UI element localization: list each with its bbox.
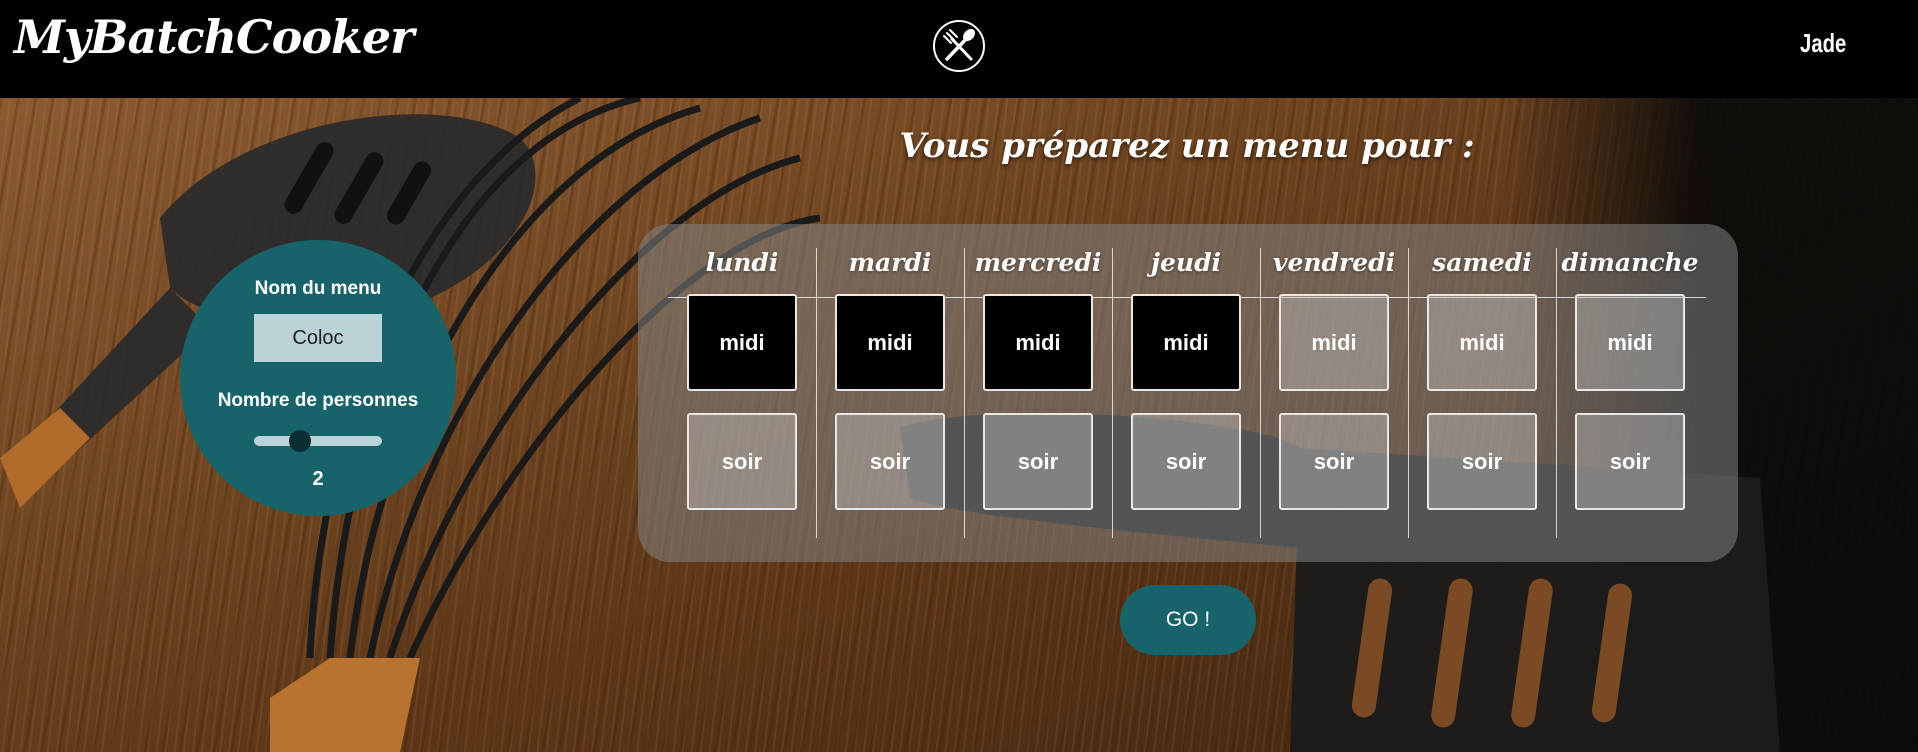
day-name: samedi <box>1432 248 1532 277</box>
slot-vendredi-midi[interactable]: midi <box>1279 294 1389 391</box>
brand-logo[interactable]: MyBatchCooker <box>14 10 414 64</box>
slot-vendredi-soir[interactable]: soir <box>1279 413 1389 510</box>
slot-mercredi-soir[interactable]: soir <box>983 413 1093 510</box>
people-count-label: Nombre de personnes <box>217 390 419 411</box>
slot-samedi-soir[interactable]: soir <box>1427 413 1537 510</box>
week-planner: lundi mardi mercredi jeudi vendredi same… <box>638 224 1738 562</box>
slot-dimanche-soir[interactable]: soir <box>1575 413 1685 510</box>
menu-name-input[interactable] <box>254 314 382 362</box>
people-count-value: 2 <box>312 468 324 490</box>
slot-lundi-midi[interactable]: midi <box>687 294 797 391</box>
day-name: vendredi <box>1272 248 1396 277</box>
day-name: dimanche <box>1561 248 1699 277</box>
day-name: mardi <box>848 248 932 277</box>
people-slider-track[interactable] <box>254 436 382 446</box>
slot-jeudi-soir[interactable]: soir <box>1131 413 1241 510</box>
day-name: lundi <box>705 248 779 277</box>
slot-lundi-soir[interactable]: soir <box>687 413 797 510</box>
people-slider-thumb[interactable] <box>289 430 311 452</box>
day-name: mercredi <box>974 248 1102 277</box>
day-name: jeudi <box>1150 248 1222 277</box>
slot-jeudi-midi[interactable]: midi <box>1131 294 1241 391</box>
top-bar: MyBatchCooker Jade <box>0 0 1918 98</box>
slot-samedi-midi[interactable]: midi <box>1427 294 1537 391</box>
slot-dimanche-midi[interactable]: midi <box>1575 294 1685 391</box>
user-name[interactable]: Jade <box>1800 28 1846 59</box>
menu-settings-panel: Nom du menu Nombre de personnes 2 <box>180 240 456 516</box>
fork-knife-icon[interactable] <box>932 19 986 73</box>
menu-name-label: Nom du menu <box>254 278 382 299</box>
go-button[interactable]: GO ! <box>1120 585 1256 655</box>
slot-mardi-soir[interactable]: soir <box>835 413 945 510</box>
slot-mardi-midi[interactable]: midi <box>835 294 945 391</box>
slot-mercredi-midi[interactable]: midi <box>983 294 1093 391</box>
page-title: Vous préparez un menu pour : <box>899 126 1475 166</box>
